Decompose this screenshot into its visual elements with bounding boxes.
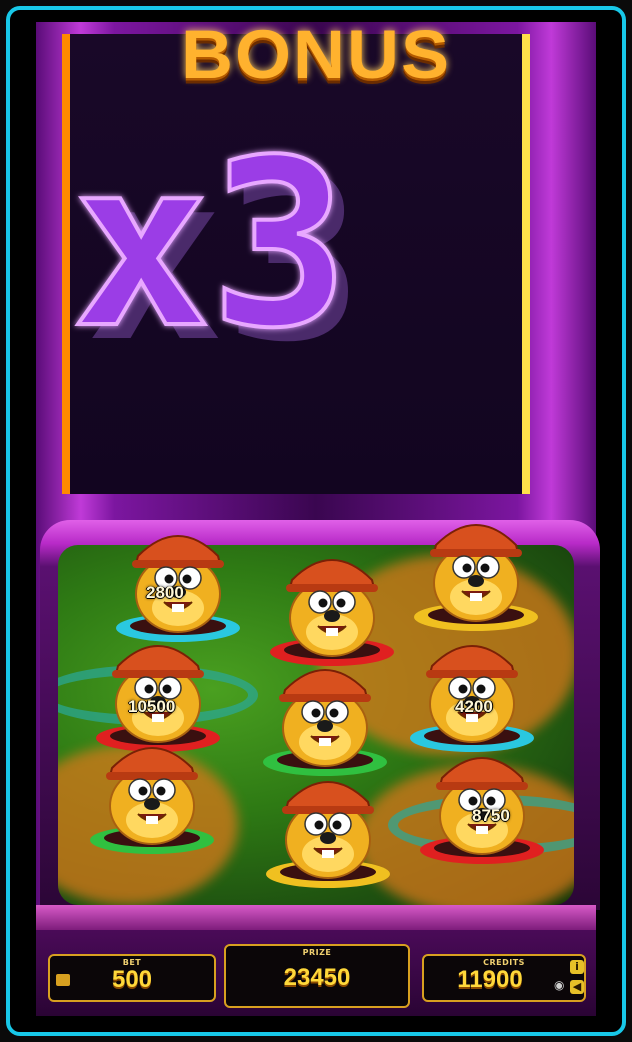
mole-prize-label: 2800 [146, 583, 184, 602]
mole[interactable] [406, 505, 546, 639]
bet-value: 500 [111, 966, 153, 993]
prize-box: PRIZE 23450 [224, 944, 410, 1008]
multiplier-display: x3 x3 [70, 120, 363, 360]
info-panel: BET 500 PRIZE 23450 CREDITS 11900 ◉ i ◀ [36, 930, 596, 1016]
eye-icon[interactable]: ◉ [554, 978, 564, 992]
sound-icon[interactable]: ◀ [570, 980, 584, 994]
multiplier-text: x3 [72, 120, 349, 360]
prize-value: 23450 [283, 964, 351, 991]
bet-box[interactable]: BET 500 [48, 954, 216, 1002]
mole-prize-label: 4200 [455, 697, 493, 716]
bonus-title: BONUS [180, 17, 451, 93]
credits-value: 11900 [457, 966, 523, 993]
info-icon[interactable]: i [570, 960, 584, 974]
mole-prize-label: 8750 [472, 806, 510, 825]
mole[interactable] [412, 738, 552, 872]
credits-box: CREDITS 11900 ◉ [422, 954, 586, 1002]
prize-label: PRIZE [302, 948, 332, 957]
mole[interactable] [258, 762, 398, 896]
bottom-rail [36, 905, 596, 931]
mole[interactable] [82, 728, 222, 862]
mole-prize-label: 10500 [128, 697, 176, 716]
